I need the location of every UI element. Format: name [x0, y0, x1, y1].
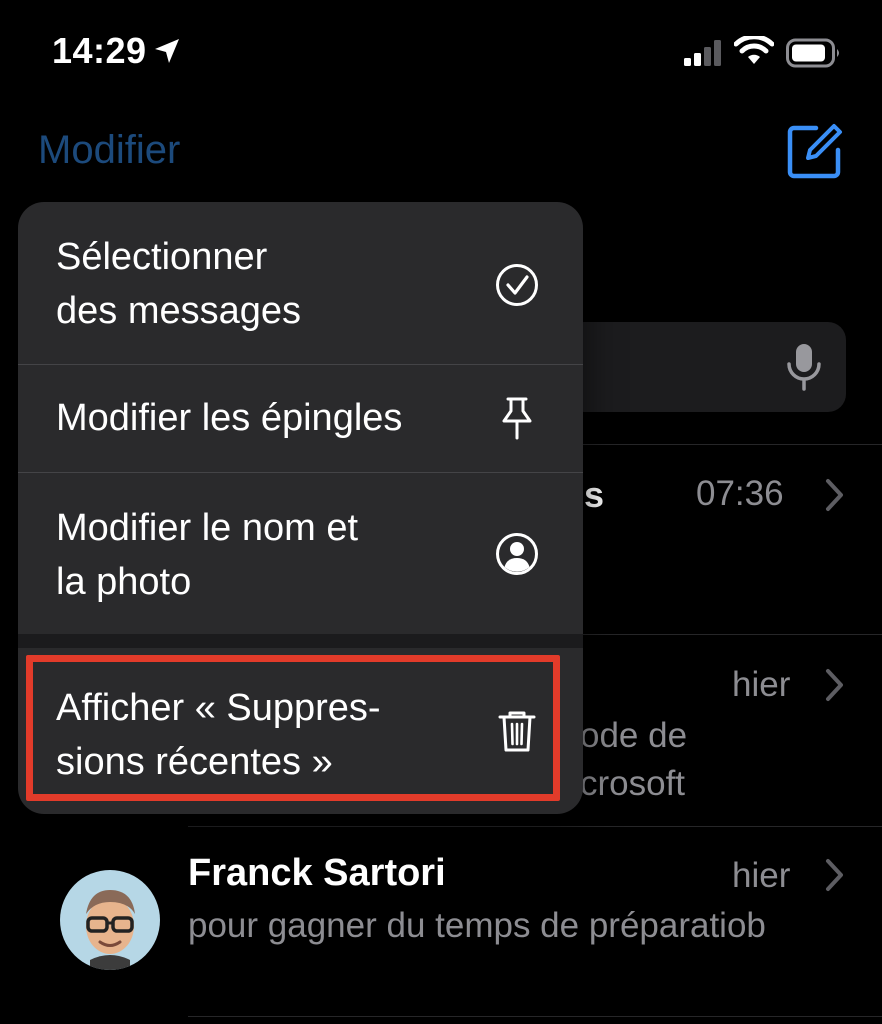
menu-item-label: Modifier les épingles — [56, 397, 403, 439]
menu-item-edit-name-photo[interactable]: Modifier le nom et la photo — [18, 473, 583, 634]
menu-item-label: Modifier le nom et — [56, 507, 359, 549]
chevron-right-icon — [826, 859, 843, 891]
status-time: 14:29 — [52, 30, 147, 71]
person-circle-icon — [496, 533, 538, 575]
chevron-right-icon — [826, 479, 843, 511]
pin-icon — [502, 397, 532, 440]
conversation-preview: ode de — [580, 716, 688, 755]
menu-item-edit-pins[interactable]: Modifier les épingles — [18, 365, 583, 472]
cellular-signal-icon — [684, 40, 721, 66]
menu-item-label: Sélectionner — [56, 236, 268, 278]
edit-button[interactable]: Modifier — [38, 128, 180, 173]
chevron-right-icon — [826, 669, 843, 701]
compose-icon[interactable] — [786, 122, 844, 180]
conversation-preview: crosoft — [580, 764, 686, 803]
wifi-icon — [734, 36, 774, 64]
menu-item-select-messages[interactable]: Sélectionner des messages — [18, 202, 583, 364]
microphone-icon[interactable] — [784, 342, 824, 392]
menu-item-label: la photo — [56, 561, 192, 603]
conversation-name-fragment: s — [584, 474, 605, 515]
list-divider — [188, 826, 882, 827]
conversation-time: 07:36 — [696, 474, 784, 513]
avatar — [60, 870, 160, 970]
memoji-avatar-icon — [86, 890, 135, 970]
conversation-time: hier — [732, 856, 791, 895]
list-divider — [188, 1016, 882, 1017]
location-arrow-icon — [155, 39, 179, 63]
menu-group-separator — [18, 634, 583, 648]
status-bar: 14:29 — [0, 0, 882, 100]
highlight-box — [26, 655, 560, 801]
conversation-name: Franck Sartori — [188, 852, 446, 894]
checkmark-circle-icon — [496, 264, 538, 306]
conversation-preview: pour gagner du temps de préparatiob — [188, 906, 766, 945]
conversation-time: hier — [732, 665, 791, 704]
menu-item-label: des messages — [56, 290, 302, 332]
battery-icon — [786, 38, 839, 68]
